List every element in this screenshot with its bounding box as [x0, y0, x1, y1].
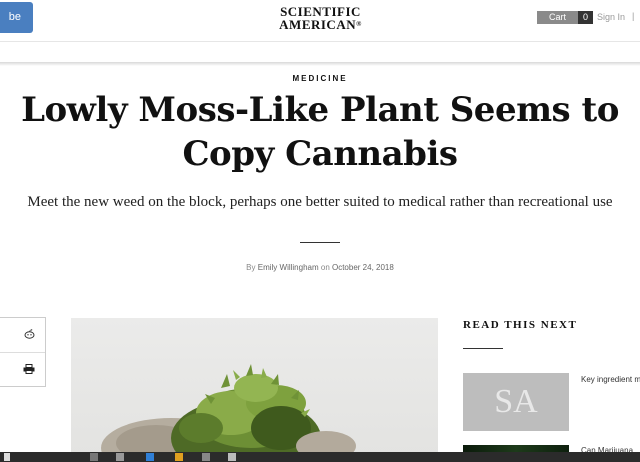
- byline-prefix: By: [246, 263, 258, 272]
- dek-divider: [300, 242, 340, 243]
- subscribe-button[interactable]: be: [0, 2, 33, 33]
- read-next-thumbnail[interactable]: SA: [463, 373, 569, 431]
- reddit-share-button[interactable]: [0, 318, 45, 352]
- start-icon[interactable]: [4, 453, 10, 461]
- read-this-next-heading: READ THIS NEXT: [463, 319, 578, 331]
- read-next-title[interactable]: Key ingredient marijuana mer: [581, 374, 640, 385]
- logo-line-2-text: AMERICAN: [279, 17, 357, 32]
- taskbar-app-icon[interactable]: [146, 453, 154, 461]
- section-label[interactable]: MEDICINE: [0, 74, 640, 83]
- taskbar-app-icon[interactable]: [90, 453, 98, 461]
- site-header: be SCIENTIFIC AMERICAN® Cart 0 Sign In |: [0, 0, 640, 42]
- sign-in-link[interactable]: Sign In: [597, 12, 625, 22]
- reddit-icon: [24, 326, 35, 344]
- taskbar-app-icon[interactable]: [116, 453, 124, 461]
- read-next-divider: [463, 348, 503, 349]
- print-button[interactable]: [0, 352, 45, 387]
- logo-line-2: AMERICAN®: [273, 18, 368, 31]
- taskbar-app-icon[interactable]: [228, 453, 236, 461]
- share-bar: [0, 317, 46, 387]
- article-headline: Lowly Moss-Like Plant Seems to Copy Cann…: [21, 90, 619, 174]
- os-taskbar: [0, 452, 640, 462]
- cart-button[interactable]: Cart 0: [537, 11, 594, 24]
- header-separator: |: [632, 11, 635, 21]
- header-divider: [0, 41, 640, 42]
- cart-label: Cart: [537, 11, 579, 24]
- site-logo[interactable]: SCIENTIFIC AMERICAN®: [273, 5, 368, 31]
- hero-image: [71, 318, 438, 455]
- nav-shadow: [0, 62, 640, 66]
- publish-date: October 24, 2018: [331, 263, 394, 272]
- byline-on: on: [318, 263, 332, 272]
- article-dek: Meet the new weed on the block, perhaps …: [27, 194, 613, 210]
- moss-on-rock-image: [101, 364, 356, 455]
- byline: By Emily Willingham on October 24, 2018: [0, 263, 640, 272]
- cart-count-badge: 0: [578, 11, 594, 24]
- registered-mark: ®: [356, 20, 362, 28]
- taskbar-app-icon[interactable]: [175, 453, 183, 461]
- author-link[interactable]: Emily Willingham: [258, 263, 319, 272]
- taskbar-app-icon[interactable]: [202, 453, 210, 461]
- print-icon: [23, 361, 35, 379]
